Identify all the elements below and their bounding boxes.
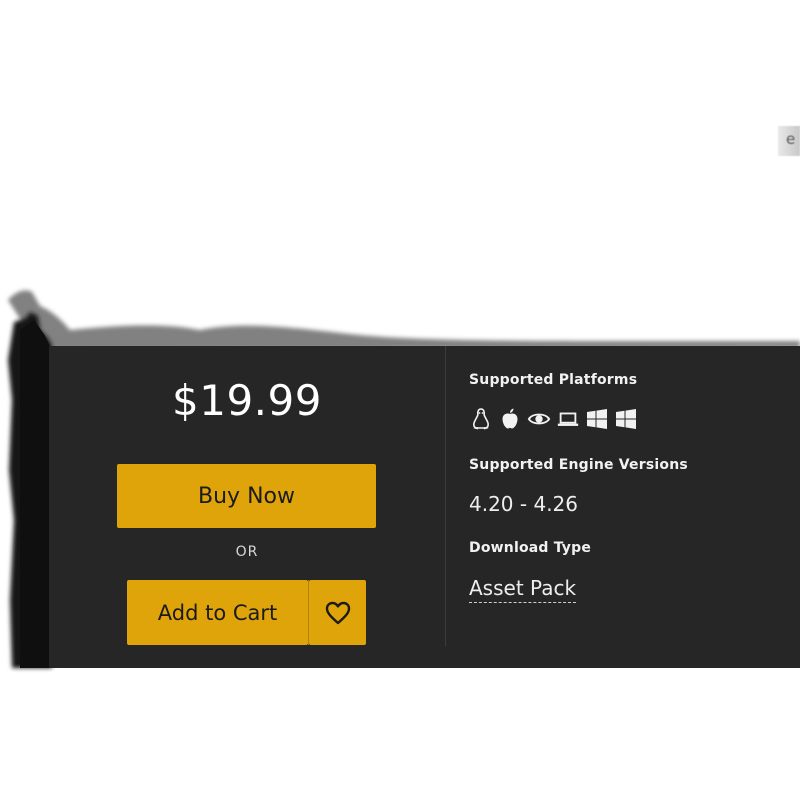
purchase-panel: $19.99 Buy Now OR Add to Cart Supported …	[49, 346, 800, 668]
store-page-crop: e $19.99 Buy Now OR Add to Cart Supporte…	[0, 0, 800, 800]
supported-platforms-heading: Supported Platforms	[469, 372, 638, 388]
cropped-edge-fragment: e	[778, 126, 800, 156]
details-column: Supported Platforms Supported Engine Ver…	[469, 346, 800, 668]
cart-button-group: Add to Cart	[127, 580, 366, 645]
engine-versions-value: 4.20 - 4.26	[469, 492, 578, 516]
linux-icon	[469, 407, 493, 431]
eye-icon	[527, 407, 551, 431]
windows-icon	[614, 407, 638, 431]
windows-icon	[585, 407, 609, 431]
price-label: $19.99	[172, 376, 322, 425]
heart-outline-icon	[325, 601, 350, 624]
buy-now-button[interactable]: Buy Now	[117, 464, 376, 528]
download-type-heading: Download Type	[469, 540, 592, 556]
column-divider	[445, 346, 446, 646]
purchase-column: $19.99 Buy Now OR Add to Cart	[49, 346, 445, 668]
laptop-icon	[556, 407, 580, 431]
download-type-link[interactable]: Asset Pack	[469, 576, 577, 603]
cropped-edge-text: e	[786, 130, 796, 148]
wishlist-button[interactable]	[309, 580, 366, 645]
or-separator: OR	[235, 544, 259, 560]
apple-icon	[498, 407, 522, 431]
platform-icon-list	[469, 406, 638, 432]
add-to-cart-button[interactable]: Add to Cart	[127, 580, 308, 645]
supported-engine-versions-heading: Supported Engine Versions	[469, 457, 688, 473]
